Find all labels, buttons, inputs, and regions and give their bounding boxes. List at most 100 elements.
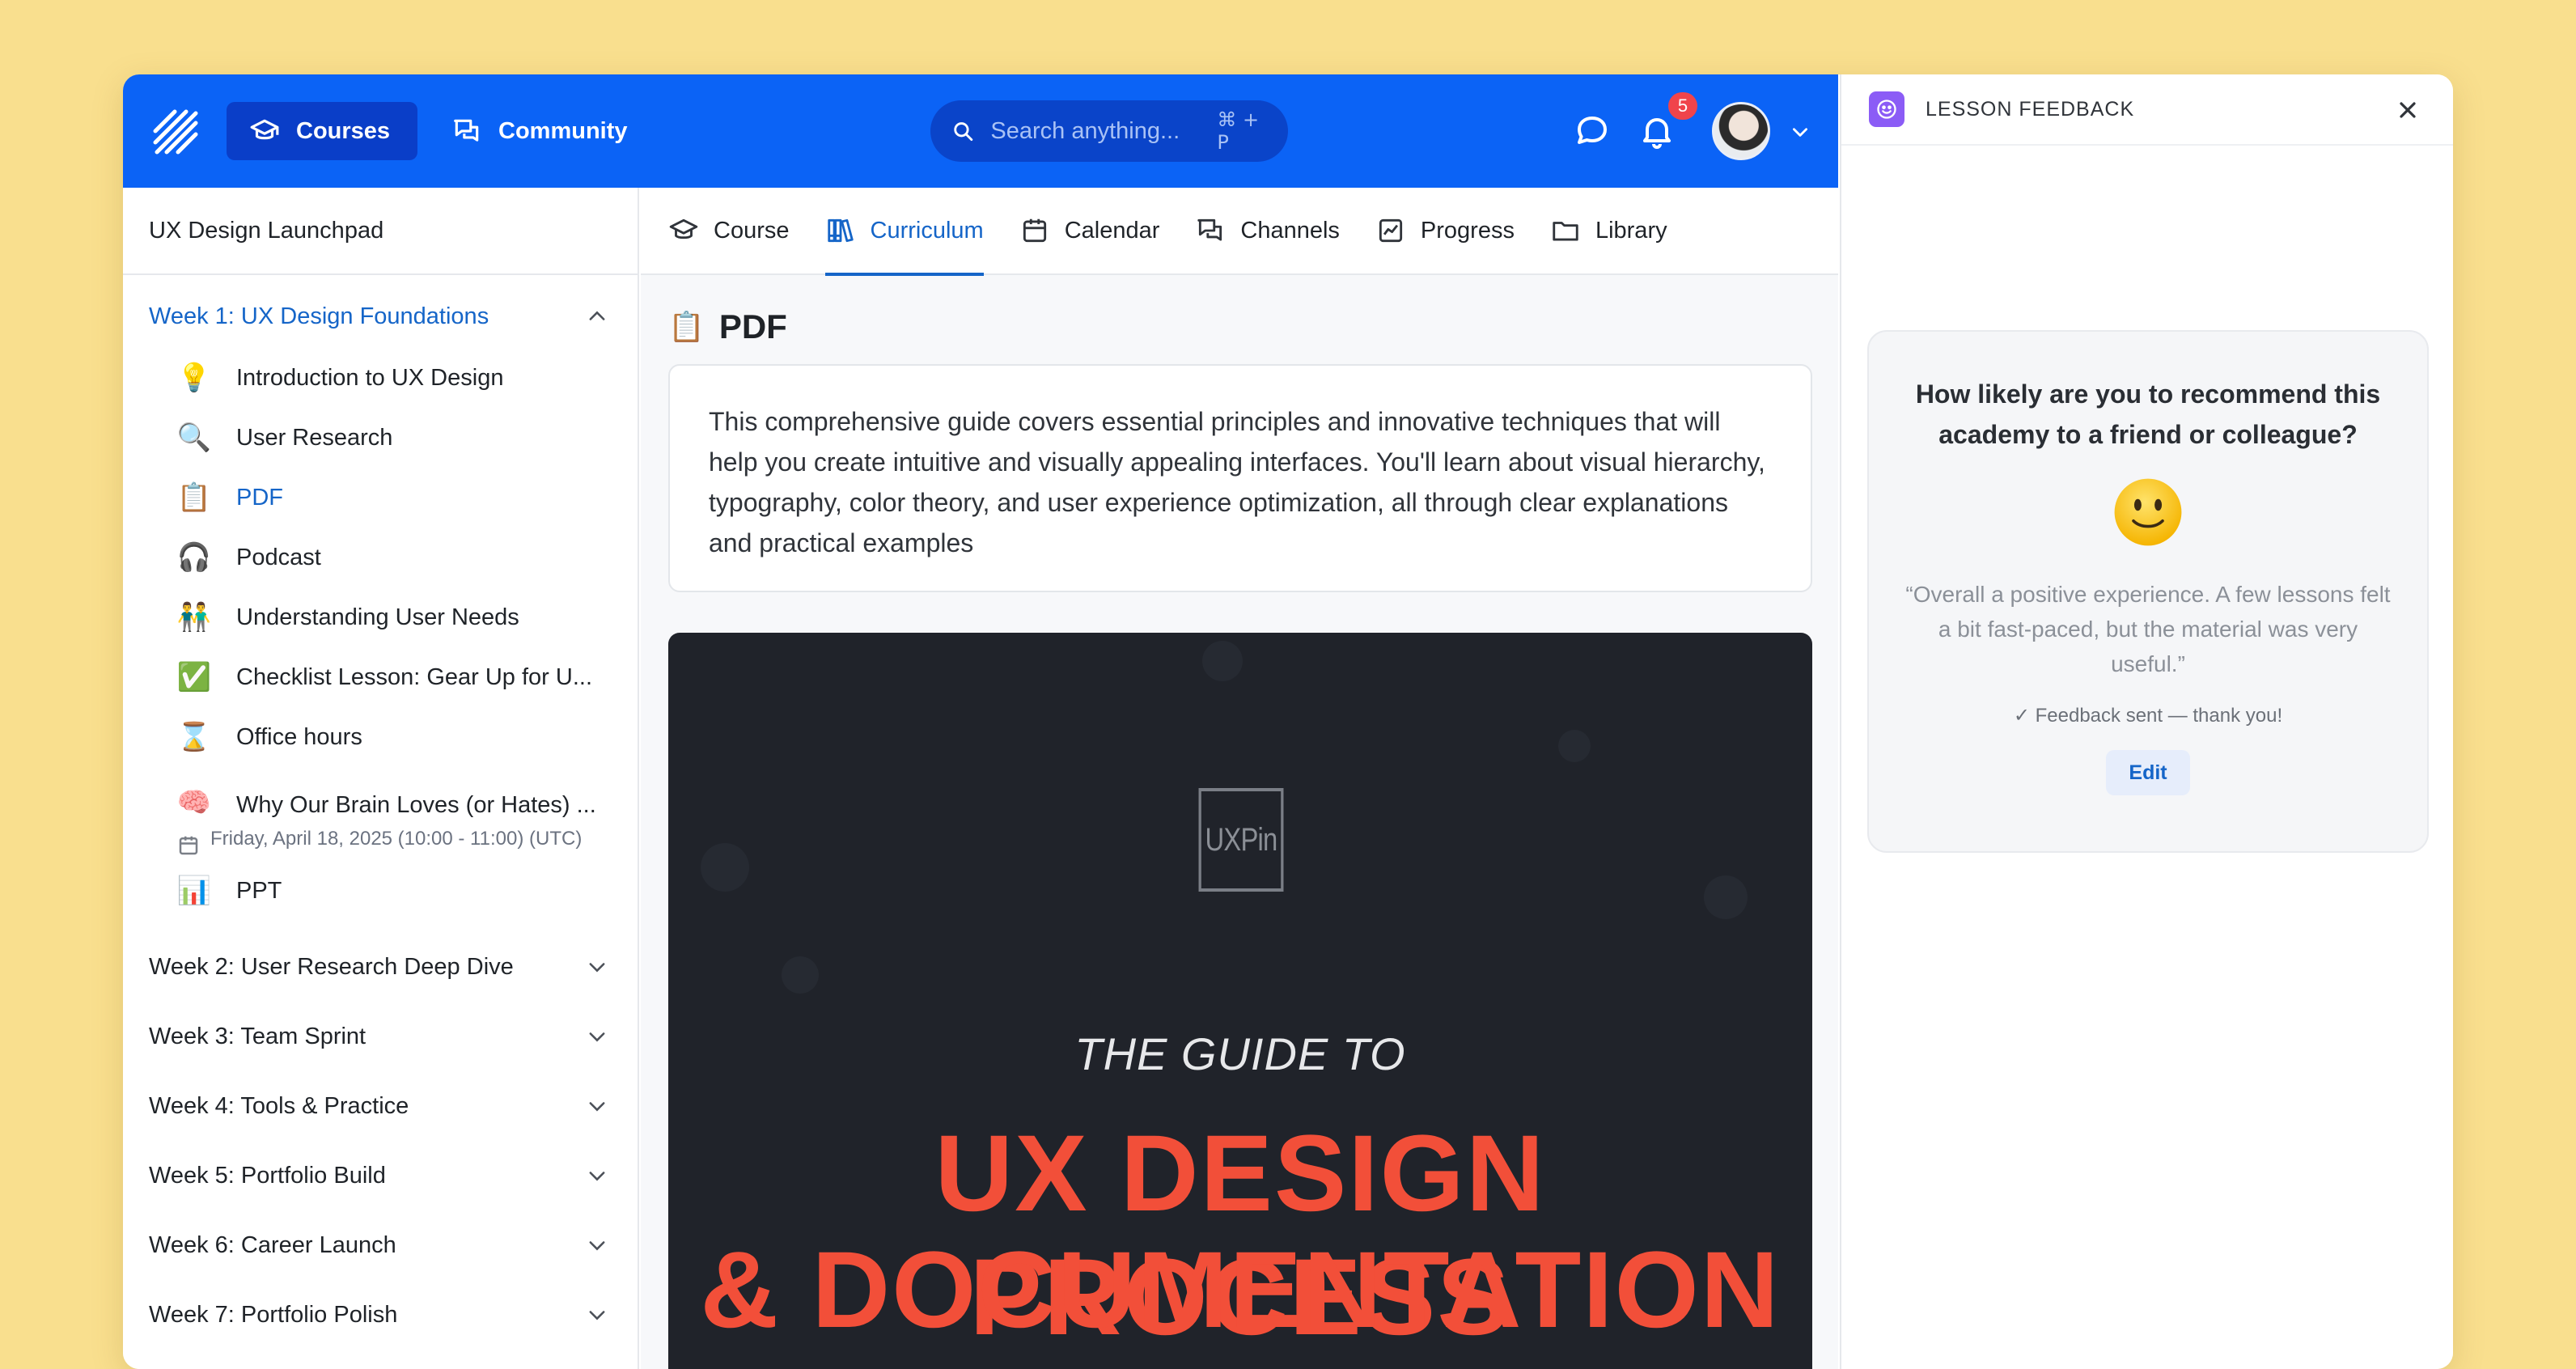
cover-decoration [1202, 641, 1243, 681]
close-icon[interactable] [2395, 97, 2421, 123]
chevron-down-icon[interactable] [586, 1234, 608, 1257]
panel-header: LESSON FEEDBACK [1841, 74, 2453, 146]
slightly-smiling-face-icon [2114, 478, 2182, 546]
tab-course[interactable]: Course [668, 187, 790, 274]
week-title: Week 2: User Research Deep Dive [149, 953, 514, 980]
week-7-header[interactable]: Week 7: Portfolio Polish [123, 1280, 638, 1350]
search-icon [954, 122, 973, 142]
chevron-down-icon[interactable] [586, 1025, 608, 1048]
lesson-item[interactable]: 🎧 Podcast [123, 528, 638, 587]
tab-library[interactable]: Library [1550, 187, 1667, 274]
tab-curriculum[interactable]: Curriculum [824, 187, 984, 276]
hourglass-icon: ⌛ [176, 721, 212, 753]
bar-chart-icon: 📊 [176, 875, 212, 907]
lesson-item[interactable]: 🔍 User Research [123, 408, 638, 468]
tab-channels[interactable]: Channels [1195, 187, 1340, 274]
chevron-down-icon[interactable] [586, 1303, 608, 1326]
headphones-icon: 🎧 [176, 541, 212, 574]
week-title: Week 3: Team Sprint [149, 1023, 366, 1049]
tab-label: Curriculum [870, 217, 984, 244]
tab-calendar[interactable]: Calendar [1019, 187, 1160, 274]
cover-decoration [1704, 875, 1748, 919]
chevron-down-icon[interactable] [1790, 121, 1811, 142]
lightbulb-icon: 💡 [176, 362, 212, 394]
week-title: Week 7: Portfolio Polish [149, 1301, 398, 1328]
feedback-comment: “Overall a positive experience. A few le… [1905, 582, 2391, 676]
chevron-down-icon[interactable] [586, 1095, 608, 1117]
cover-decoration [1558, 730, 1591, 762]
lesson-item[interactable]: 📊 PPT [123, 861, 638, 921]
lesson-item[interactable]: 👬 Understanding User Needs [123, 587, 638, 647]
week-3-header[interactable]: Week 3: Team Sprint [123, 1002, 638, 1071]
week-title: Week 4: Tools & Practice [149, 1092, 409, 1119]
edit-feedback-button[interactable]: Edit [2106, 750, 2190, 795]
lesson-item[interactable]: 💡 Introduction to UX Design [123, 348, 638, 408]
tab-label: Calendar [1064, 217, 1160, 244]
lesson-item[interactable]: ⌛ Office hours [123, 707, 638, 767]
week-6-header[interactable]: Week 6: Career Launch [123, 1210, 638, 1280]
week-title: Week 6: Career Launch [149, 1231, 396, 1258]
brain-icon: 🧠 [176, 786, 212, 819]
tab-progress[interactable]: Progress [1375, 187, 1515, 274]
lesson-item-active[interactable]: 📋 PDF [123, 468, 638, 528]
messages-icon[interactable] [1573, 112, 1612, 150]
courses-nav-label: Courses [296, 117, 391, 144]
user-avatar[interactable] [1712, 102, 1770, 160]
pdf-viewer[interactable]: UXPin THE GUIDE TO UX DESIGN PROCESS & D… [668, 633, 1812, 1369]
magnifier-icon: 🔍 [176, 422, 212, 454]
lesson-event-date: Friday, April 18, 2025 (10:00 - 11:00) (… [123, 824, 638, 858]
week-title: Week 5: Portfolio Build [149, 1162, 386, 1189]
page-title-text: PDF [718, 307, 787, 345]
panel-title: LESSON FEEDBACK [1926, 97, 2135, 121]
pdf-cover-subtitle: THE GUIDE TO [1074, 1028, 1406, 1079]
lesson-feedback-panel: LESSON FEEDBACK How likely are you to re… [1840, 74, 2453, 1369]
course-tabs: Course Curriculum Calendar Channels Prog… [641, 187, 1838, 276]
search-shortcut-hint: ⌘ + P [1217, 108, 1260, 154]
chevron-down-icon[interactable] [586, 956, 608, 978]
course-title: UX Design Launchpad [123, 188, 638, 275]
lesson-label: Understanding User Needs [236, 604, 519, 630]
global-search[interactable]: ⌘ + P [930, 100, 1288, 162]
app-window: Courses Community ⌘ + P 5 UX Desig [123, 74, 2453, 1369]
week-1-title: Week 1: UX Design Foundations [149, 303, 489, 329]
books-icon [827, 218, 854, 243]
cover-decoration [782, 956, 819, 994]
lesson-label: Checklist Lesson: Gear Up for U... [236, 663, 592, 690]
graduation-cap-icon [250, 119, 279, 140]
lesson-label: Podcast [236, 544, 321, 570]
event-datetime: Friday, April 18, 2025 (10:00 - 11:00) (… [210, 828, 583, 850]
lesson-label: User Research [236, 424, 393, 451]
week-2-header[interactable]: Week 2: User Research Deep Dive [123, 932, 638, 1002]
main-content: Course Curriculum Calendar Channels Prog… [641, 188, 1838, 1369]
people-icon: 👬 [176, 601, 212, 634]
feedback-status: ✓ Feedback sent — thank you! [2013, 705, 2283, 727]
chevron-up-icon[interactable] [586, 305, 608, 328]
lesson-label: Introduction to UX Design [236, 364, 504, 391]
line-chart-icon [1379, 218, 1402, 243]
checkmark-icon: ✅ [176, 661, 212, 693]
bell-icon[interactable] [1638, 112, 1676, 150]
chevron-down-icon[interactable] [586, 1164, 608, 1187]
lesson-label: PDF [236, 484, 283, 511]
pdf-cover-title-line-2: & DOCUMENTATION [700, 1230, 1781, 1350]
tab-label: Library [1595, 217, 1667, 244]
lesson-label: Why Our Brain Loves (or Hates) ... [236, 792, 596, 818]
week-5-header[interactable]: Week 5: Portfolio Build [123, 1141, 638, 1210]
week-4-header[interactable]: Week 4: Tools & Practice [123, 1071, 638, 1141]
feedback-question: How likely are you to recommend this aca… [1915, 379, 2381, 449]
community-nav-button[interactable]: Community [429, 102, 650, 160]
week-1-header[interactable]: Week 1: UX Design Foundations [123, 275, 638, 358]
lesson-label: Office hours [236, 723, 362, 750]
lesson-item[interactable]: 🧠 Why Our Brain Loves (or Hates) ... [123, 767, 638, 822]
courses-nav-button[interactable]: Courses [227, 102, 417, 160]
graduation-cap-icon [669, 218, 698, 239]
course-sidebar: UX Design Launchpad Week 1: UX Design Fo… [123, 188, 639, 1369]
search-input[interactable] [990, 117, 1201, 145]
clipboard-icon: 📋 [176, 481, 212, 514]
page-title: 📋 PDF [668, 307, 787, 346]
lesson-item[interactable]: ✅ Checklist Lesson: Gear Up for U... [123, 647, 638, 707]
calendar-icon [179, 836, 198, 855]
brand-logo-icon[interactable] [150, 107, 199, 155]
tab-label: Progress [1420, 217, 1515, 244]
lesson-label: PPT [236, 877, 282, 904]
